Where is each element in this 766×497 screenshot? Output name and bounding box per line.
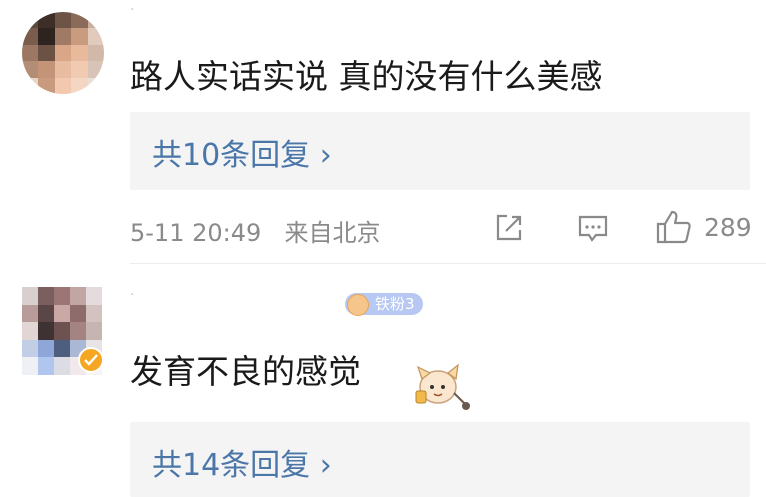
divider <box>130 263 766 264</box>
reply-box[interactable]: 共14条回复 › <box>130 422 750 497</box>
share-box-icon[interactable] <box>494 213 524 243</box>
comment-item: · 铁粉3 发育不良的感觉 共14条回复 › <box>0 265 766 497</box>
avatar-pixel <box>38 304 54 323</box>
fan-badge[interactable]: 铁粉3 <box>345 293 423 316</box>
avatar-pixel <box>87 28 104 45</box>
like-count: 289 <box>704 213 752 242</box>
avatar-pixel <box>70 322 86 340</box>
avatar-pixel <box>22 339 38 358</box>
avatar-pixel <box>87 61 104 78</box>
avatar-pixel <box>38 339 54 358</box>
view-replies-link[interactable]: 共14条回复 › <box>152 440 332 484</box>
avatar-pixel <box>54 287 70 305</box>
comment-location: 来自北京 <box>284 219 381 247</box>
avatar-pixel <box>86 304 102 323</box>
comment-bubble-icon[interactable] <box>577 214 609 244</box>
username[interactable]: · <box>130 2 136 18</box>
avatar-pixel <box>38 287 54 305</box>
fan-badge-label: 铁粉3 <box>375 295 415 313</box>
avatar-pixel <box>70 304 86 323</box>
avatar-pixel <box>22 61 39 78</box>
comment-time: 5-11 20:49 <box>130 219 262 247</box>
avatar-pixel <box>22 77 39 94</box>
avatar-pixel <box>38 77 55 94</box>
avatar-pixel <box>54 61 72 78</box>
avatar-pixel <box>54 322 70 340</box>
comment-text: 路人实话实说 真的没有什么美感 <box>130 57 603 96</box>
avatar-pixel <box>54 77 72 94</box>
avatar-pixel <box>71 61 88 78</box>
username[interactable]: · <box>130 287 136 303</box>
comment-item: · 路人实话实说 真的没有什么美感 共10条回复 › 5-11 20:49 来自… <box>0 0 766 265</box>
avatar-pixel <box>54 304 70 323</box>
avatar-pixel <box>86 322 102 340</box>
avatar-pixel <box>70 287 86 305</box>
avatar-pixel <box>22 357 38 375</box>
thumbs-up-icon[interactable] <box>656 210 692 244</box>
avatar-pixel <box>54 357 70 375</box>
avatar-pixel <box>54 28 72 45</box>
avatar-pixel <box>87 12 104 29</box>
avatar-pixel <box>71 77 88 94</box>
avatar-pixel <box>54 12 72 29</box>
avatar[interactable] <box>22 12 104 94</box>
comment-text: 发育不良的感觉 <box>130 352 361 391</box>
avatar-pixel <box>22 28 39 45</box>
avatar-pixel <box>22 304 38 323</box>
avatar-pixel <box>54 339 70 358</box>
fan-heart-icon <box>347 294 369 316</box>
avatar-pixel <box>87 44 104 62</box>
comment-meta: 5-11 20:49 来自北京 <box>130 213 381 248</box>
avatar-pixel <box>22 287 38 305</box>
reply-box[interactable]: 共10条回复 › <box>130 112 750 190</box>
avatar-pixel <box>38 61 55 78</box>
view-replies-link[interactable]: 共10条回复 › <box>152 130 332 174</box>
avatar-pixel <box>71 44 88 62</box>
avatar-pixel <box>71 28 88 45</box>
avatar-pixel <box>54 44 72 62</box>
avatar-pixel <box>38 44 55 62</box>
avatar-pixel <box>38 357 54 375</box>
avatar-pixel <box>22 44 39 62</box>
avatar-pixel <box>87 77 104 94</box>
verified-badge-icon <box>78 347 104 373</box>
avatar-pixel <box>22 322 38 340</box>
avatar-pixel <box>38 12 55 29</box>
avatar-pixel <box>38 322 54 340</box>
avatar-pixel <box>71 12 88 29</box>
avatar-pixel <box>22 12 39 29</box>
sticker-icon <box>415 363 470 410</box>
avatar-pixel <box>38 28 55 45</box>
avatar-pixel <box>86 287 102 305</box>
